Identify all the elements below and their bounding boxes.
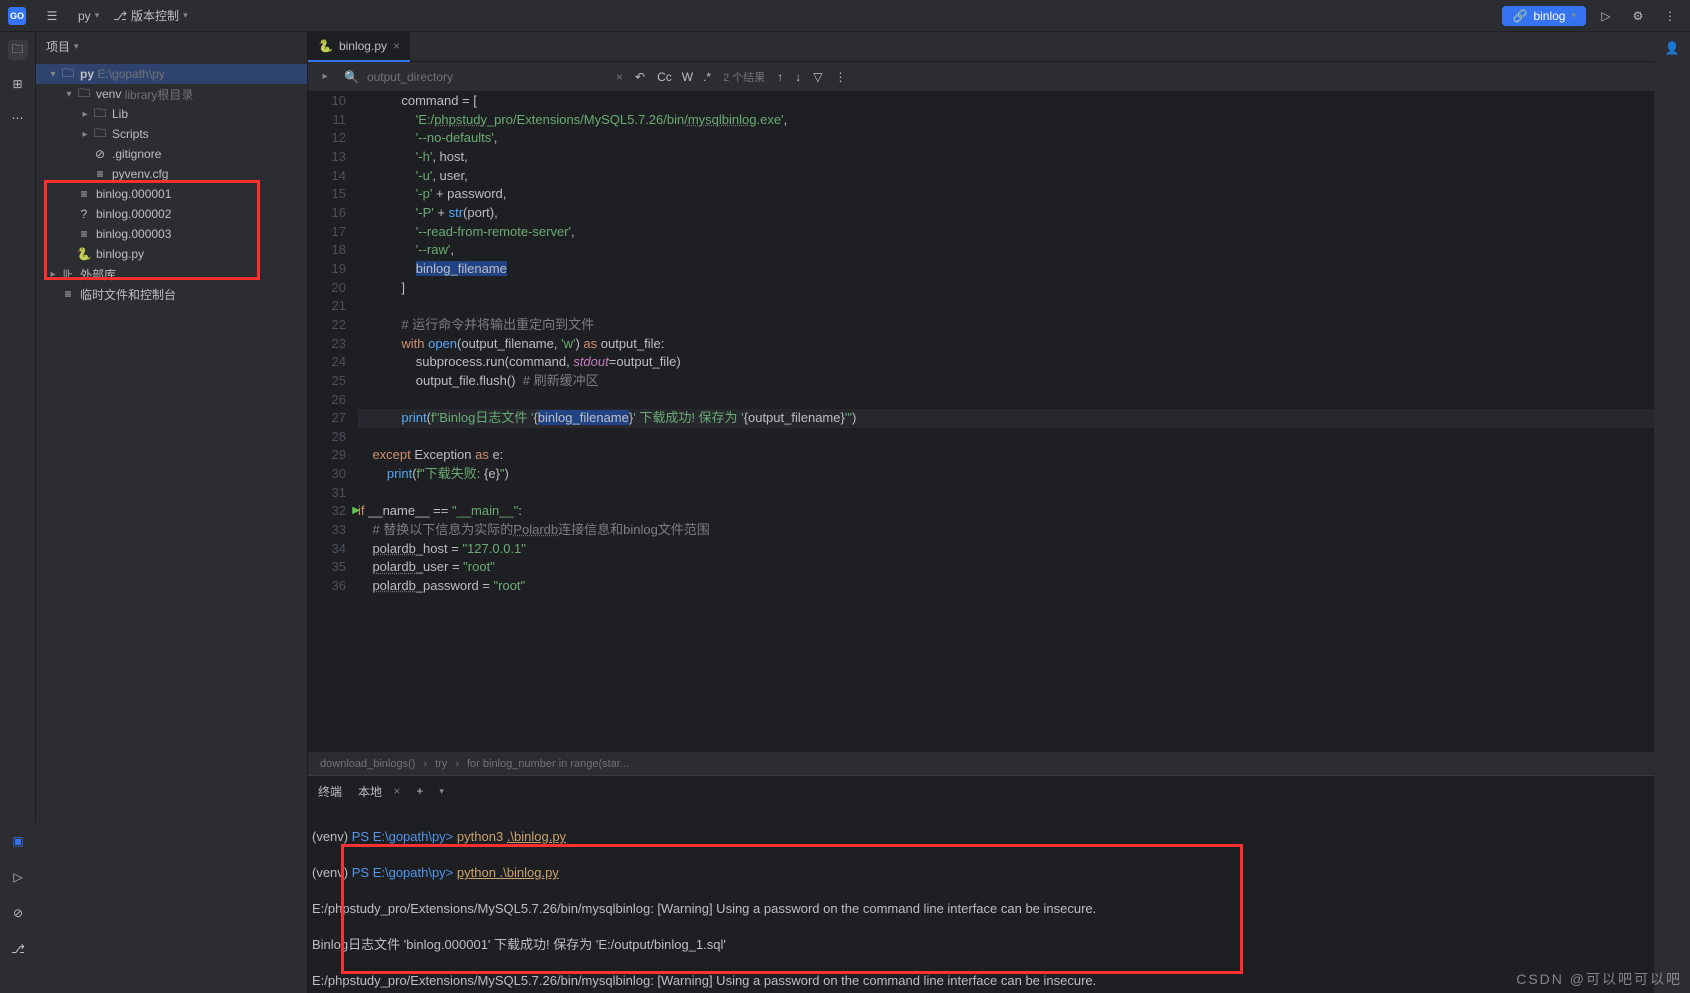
python-icon: 🐍 [318,39,333,53]
editor-tabbar: 🐍 binlog.py × [308,32,1654,62]
more-icon[interactable]: ⋮ [1658,4,1682,28]
sidebar-title: 项目 [46,38,70,55]
collapse-icon[interactable]: ▸ [318,71,332,82]
right-tool-rail: 👤 [1654,32,1690,993]
breadcrumb: download_binlogs()› try› for binlog_numb… [308,751,1654,775]
tree-binlog3[interactable]: ≡binlog.000003 [36,224,307,244]
vcs-label: 版本控制 [131,7,179,24]
terminal-tab-local[interactable]: 本地 × [358,783,400,800]
tree-venv[interactable]: ▾🗀venv library根目录 [36,84,307,104]
library-icon: ⊪ [60,267,76,281]
folder-icon: 🗀 [92,104,108,125]
breadcrumb-item[interactable]: download_binlogs() [320,758,415,770]
search-input[interactable]: 🔍output_directory [344,70,604,84]
results-count: 2 个结果 [723,69,765,85]
tree-pyvenv[interactable]: ≡pyvenv.cfg [36,164,307,184]
regex-toggle[interactable]: .* [703,70,711,84]
case-toggle[interactable]: Cc [657,70,672,84]
tree-binlog1[interactable]: ≡binlog.000001 [36,184,307,204]
menu-icon[interactable]: ☰ [40,4,64,28]
git-icon[interactable]: ⎇ [8,939,28,959]
tree-binlog2[interactable]: ?binlog.000002 [36,204,307,224]
project-sidebar: 项目▾ ▾🗀py E:\gopath\py ▾🗀venv library根目录 … [36,32,308,993]
terminal-tabs: 终端 本地 × + ▾ [308,776,1654,806]
folder-icon: 🗀 [76,84,92,105]
folder-icon: 🗀 [92,124,108,145]
editor-area: 🐍 binlog.py × ▸ 🔍output_directory × ↶ Cc W… [308,32,1654,993]
terminal-icon[interactable]: ▣ [8,831,28,851]
vcs-selector[interactable]: ⎇版本控制▾ [113,7,187,24]
run-button[interactable]: ▷ [1594,4,1618,28]
watermark: CSDN @可以吧可以吧 [1516,969,1682,989]
folder-icon: 🗀 [60,64,76,85]
structure-tool-icon[interactable]: ⊞ [8,74,28,94]
add-terminal-icon[interactable]: + [416,784,423,798]
tree-external[interactable]: ▸⊪外部库 [36,264,307,284]
project-name: py [78,9,91,23]
terminal-dropdown-icon[interactable]: ▾ [439,786,444,797]
sidebar-header: 项目▾ [36,32,307,60]
next-icon[interactable]: ↓ [795,70,801,84]
ide-logo-icon[interactable]: GO [8,7,26,25]
account-icon[interactable]: 👤 [1662,38,1682,58]
more-icon[interactable]: ⋮ [835,70,847,84]
main-toolbar: GO ☰ py▾ ⎇版本控制▾ 🔗binlog▾ ▷ ⚙ ⋮ [0,0,1690,32]
file-icon: ≡ [76,187,92,201]
terminal-panel: 终端 本地 × + ▾ (venv) PS E:\gopath\py> pyth… [308,775,1654,993]
tree-scratch[interactable]: ≡临时文件和控制台 [36,284,307,304]
filter-icon[interactable]: ▽ [813,70,822,84]
close-icon[interactable]: × [393,784,400,798]
debug-button[interactable]: ⚙ [1626,4,1650,28]
code-editor[interactable]: 1011121314151617181920212223242526272829… [308,92,1654,751]
terminal-output[interactable]: (venv) PS E:\gopath\py> python3 .\binlog… [308,806,1654,993]
project-tool-icon[interactable]: 🗀 [8,40,28,60]
prev-icon[interactable]: ↑ [777,70,783,84]
run-config-label: binlog [1533,9,1565,23]
tab-label: binlog.py [339,39,387,53]
terminal-tab-main[interactable]: 终端 [318,783,342,800]
find-bar: ▸ 🔍output_directory × ↶ Cc W .* 2 个结果 ↑ … [308,62,1654,92]
tree-binlogpy[interactable]: 🐍binlog.py [36,244,307,264]
undo-icon[interactable]: ↶ [635,70,645,84]
project-selector[interactable]: py▾ [78,9,99,23]
python-icon: 🐍 [76,247,92,261]
file-icon: ⊘ [92,147,108,161]
clear-icon[interactable]: × [616,70,623,84]
close-icon[interactable]: × [393,39,400,53]
run-tool-icon[interactable]: ▷ [8,867,28,887]
code-content[interactable]: command = [ 'E:/phpstudy_pro/Extensions/… [358,92,1654,751]
scratch-icon: ≡ [60,287,76,301]
branch-icon: ⎇ [113,9,127,23]
line-gutter: 1011121314151617181920212223242526272829… [308,92,358,751]
breadcrumb-item[interactable]: try [435,758,447,770]
tree-gitignore[interactable]: ⊘.gitignore [36,144,307,164]
tree-lib[interactable]: ▸🗀Lib [36,104,307,124]
search-icon: 🔍 [344,70,359,84]
bug-icon: 🔗 [1512,9,1527,23]
breadcrumb-item[interactable]: for binlog_number in range(star... [467,758,629,770]
file-icon: ? [76,207,92,221]
tree-scripts[interactable]: ▸🗀Scripts [36,124,307,144]
file-icon: ≡ [76,227,92,241]
word-toggle[interactable]: W [682,70,693,84]
problems-icon[interactable]: ⊘ [8,903,28,923]
run-config-selector[interactable]: 🔗binlog▾ [1502,6,1586,26]
editor-tab[interactable]: 🐍 binlog.py × [308,32,410,62]
file-icon: ≡ [92,167,108,181]
tree-root[interactable]: ▾🗀py E:\gopath\py [36,64,307,84]
project-tree: ▾🗀py E:\gopath\py ▾🗀venv library根目录 ▸🗀Li… [36,60,307,993]
more-tools-icon[interactable]: ⋯ [8,108,28,128]
